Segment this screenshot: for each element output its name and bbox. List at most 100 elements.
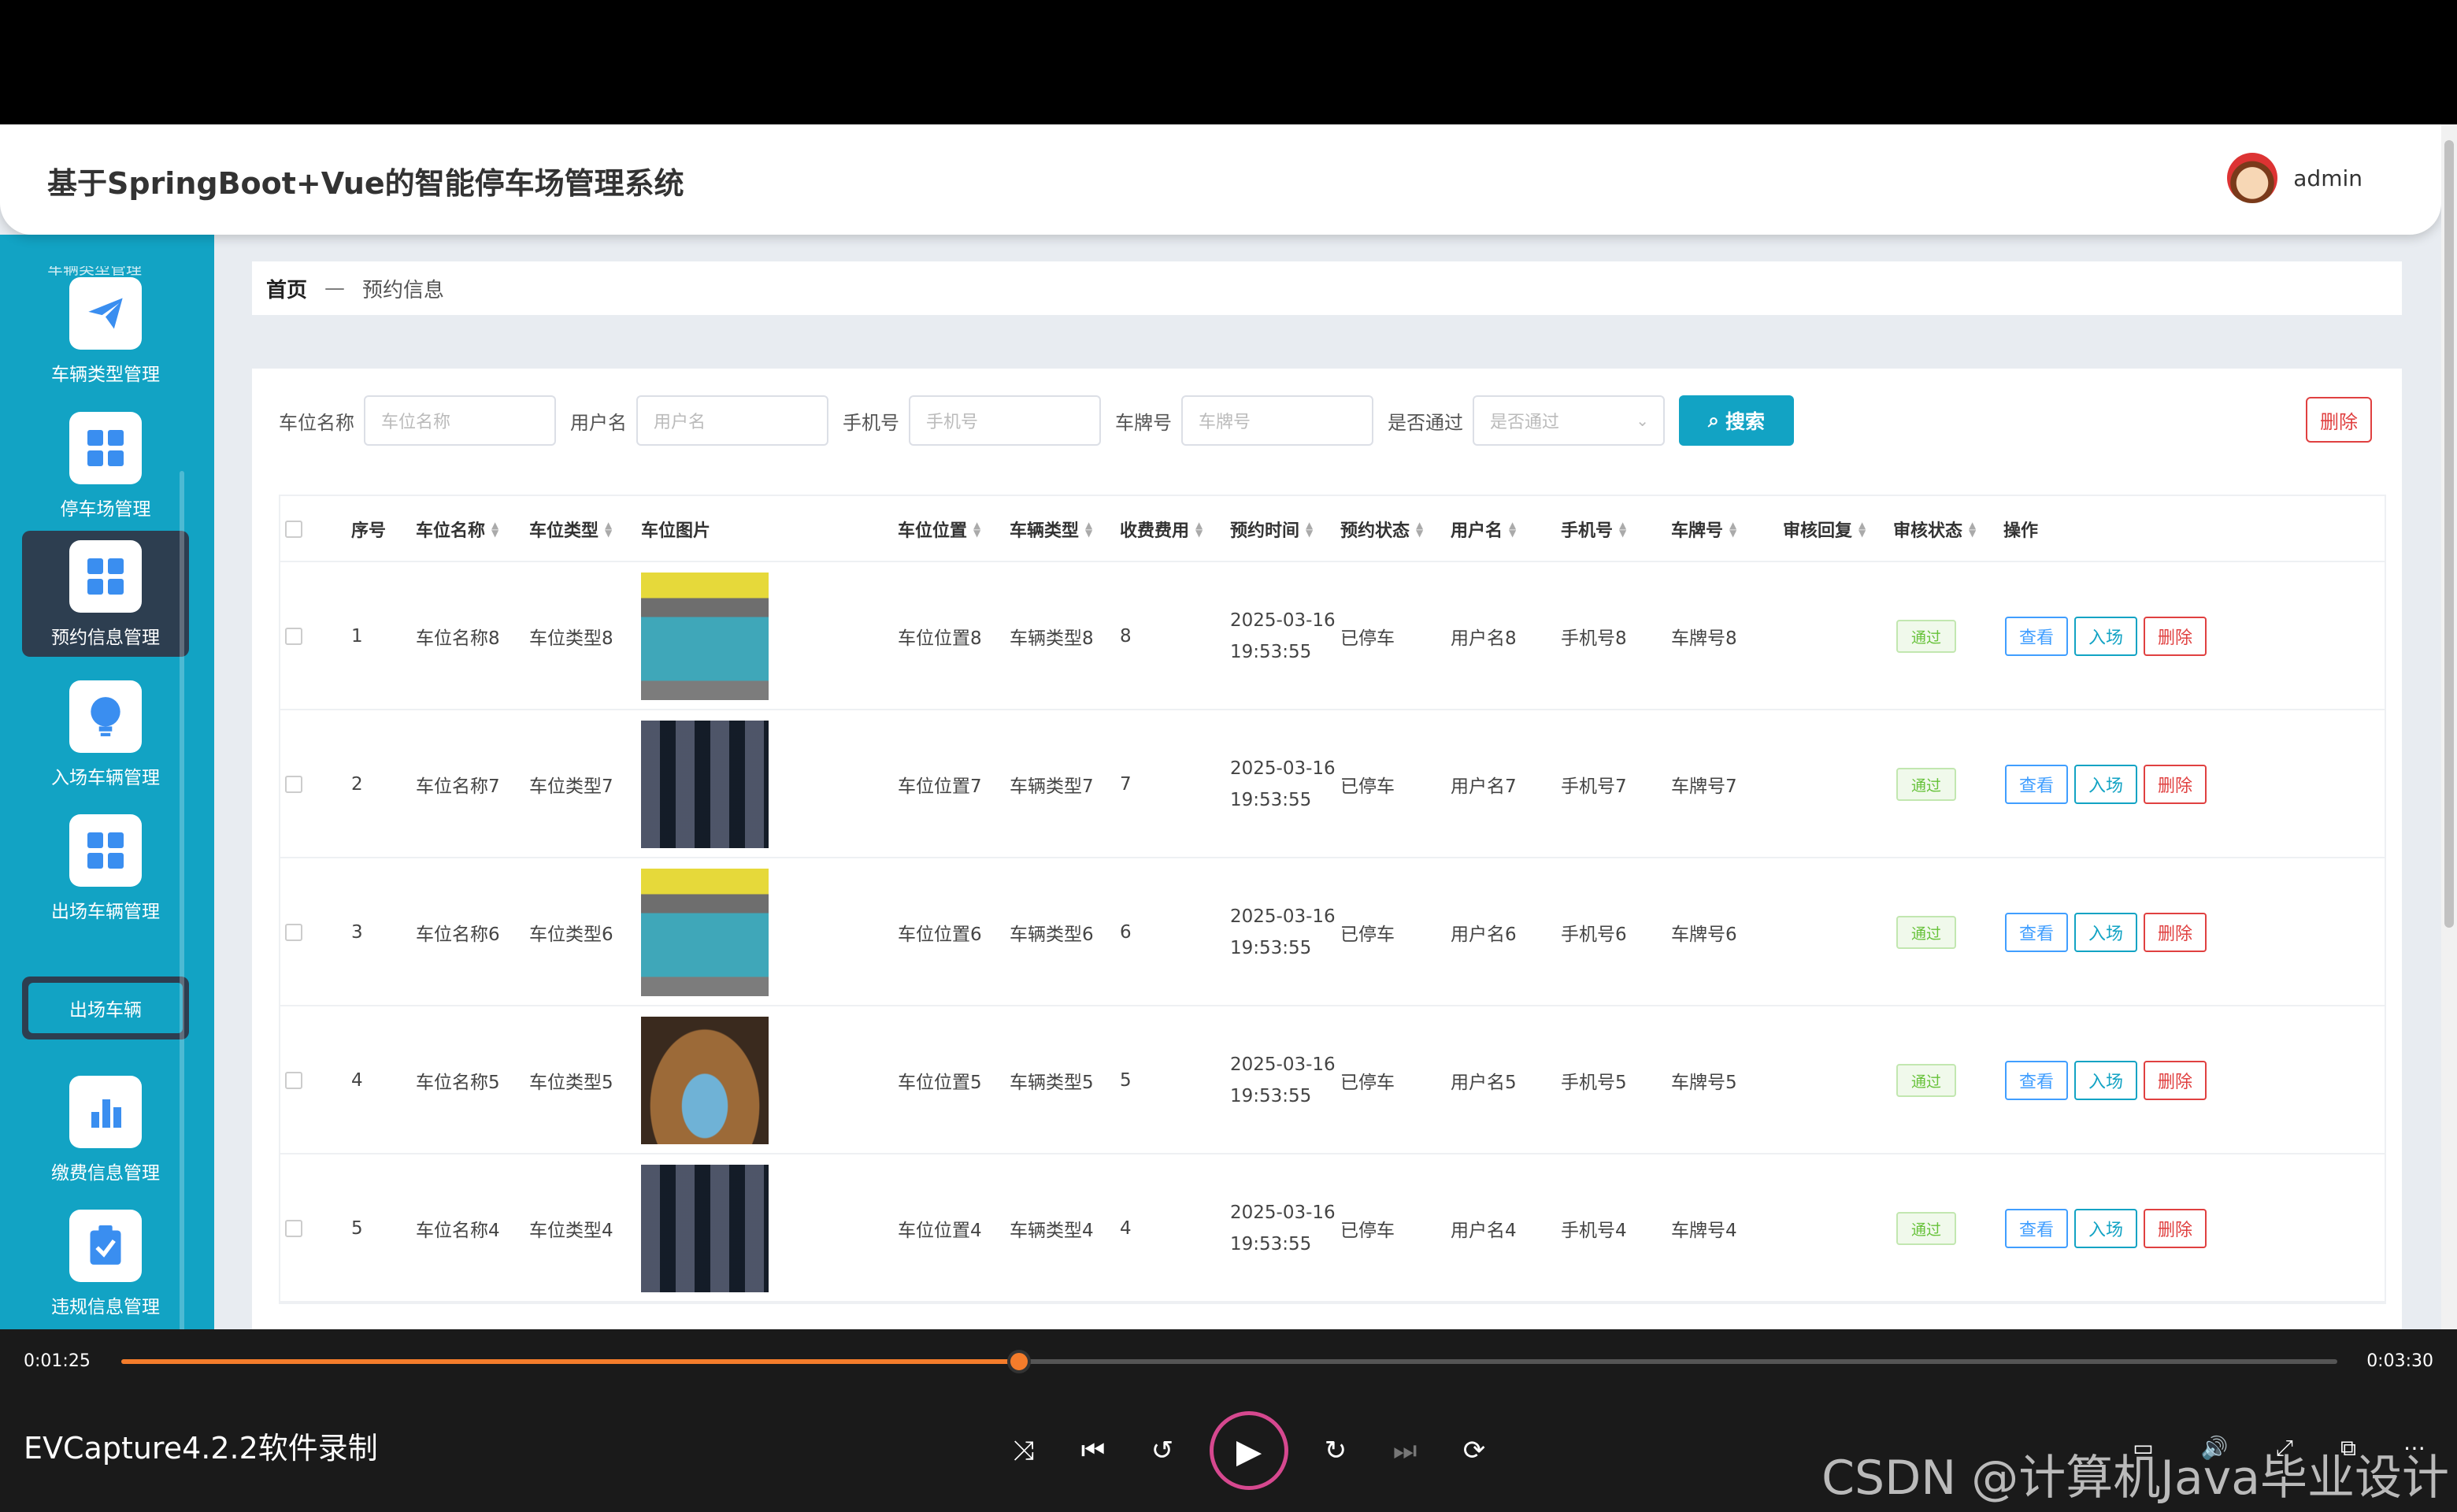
field-label: 用户名 <box>570 411 627 434</box>
parking-spot-image[interactable] <box>641 721 769 848</box>
delete-button[interactable]: 删除 <box>2144 913 2207 952</box>
repeat-icon[interactable]: ⟳ <box>1440 1435 1509 1466</box>
next-icon[interactable]: ⏭ <box>1370 1435 1440 1466</box>
row-checkbox[interactable] <box>285 1154 302 1303</box>
progress-knob[interactable] <box>1006 1350 1031 1373</box>
cell-spot-type: 车位类型7 <box>529 776 613 797</box>
cell-reserve-time: 2025-03-16 19:53:55 <box>1230 562 1336 710</box>
enter-button[interactable]: 入场 <box>2074 1061 2138 1100</box>
delete-button[interactable]: 删除 <box>2144 617 2207 656</box>
delete-button[interactable]: 删除 <box>2144 1061 2207 1100</box>
enter-button[interactable]: 入场 <box>2074 617 2138 656</box>
total-time: 0:03:30 <box>2366 1351 2433 1371</box>
user-menu[interactable]: admin <box>2227 153 2362 203</box>
column-header[interactable]: 预约时间 ▲ ▼ <box>1230 496 1313 562</box>
page-scrollbar-thumb[interactable] <box>2444 140 2454 928</box>
row-checkbox[interactable] <box>285 858 302 1006</box>
delete-button[interactable]: 删除 <box>2144 1209 2207 1248</box>
reserve-clock: 19:53:55 <box>1230 790 1312 810</box>
sidebar-item-parking-lot[interactable]: 停车场管理 <box>22 402 189 528</box>
parking-spot-image[interactable] <box>641 1165 769 1292</box>
cell-spot-name: 车位名称4 <box>416 1221 500 1241</box>
column-header: 车位图片 <box>641 521 711 541</box>
column-header[interactable]: 手机号 ▲ ▼ <box>1561 496 1626 562</box>
sidebar-subitem-exit[interactable]: 出场车辆 <box>22 976 189 1040</box>
search-icon: ⌕ <box>1707 409 1719 432</box>
view-button[interactable]: 查看 <box>2005 1209 2069 1248</box>
sidebar-item-reservation[interactable]: 预约信息管理 <box>22 531 189 657</box>
page-scrollbar[interactable] <box>2441 124 2457 1329</box>
select-all-checkbox[interactable] <box>285 496 302 562</box>
cell-user: 用户名5 <box>1451 1073 1517 1093</box>
sidebar-item-violation[interactable]: 违规信息管理 <box>22 1200 189 1326</box>
table-row: 2 车位名称7 车位类型7 车位位置7 车辆类型7 7 2025-03-16 19:53:55… <box>280 710 2385 858</box>
sidebar-subitem-label[interactable]: 出场车辆 <box>28 983 183 1033</box>
enter-button[interactable]: 入场 <box>2074 913 2138 952</box>
row-checkbox[interactable] <box>285 710 302 858</box>
column-header[interactable]: 车辆类型 ▲ ▼ <box>1010 496 1092 562</box>
column-header[interactable]: 审核回复 ▲ ▼ <box>1783 496 1866 562</box>
column-header[interactable]: 车牌号 ▲ ▼ <box>1671 496 1736 562</box>
sidebar-item-payment[interactable]: 缴费信息管理 <box>22 1066 189 1192</box>
enter-button[interactable]: 入场 <box>2074 765 2138 804</box>
batch-delete-button[interactable]: 删除 <box>2306 397 2372 443</box>
search-button[interactable]: ⌕ 搜索 <box>1679 395 1794 446</box>
view-button[interactable]: 查看 <box>2005 913 2069 952</box>
phone-input[interactable]: 手机号 <box>909 395 1101 446</box>
sidebar-item-label: 停车场管理 <box>60 499 151 520</box>
sidebar-scrollbar[interactable] <box>180 471 184 1329</box>
parking-spot-image[interactable] <box>641 1017 769 1144</box>
progress-bar[interactable] <box>121 1350 2337 1373</box>
cell-audit: 通过 <box>1896 562 1956 710</box>
header-bar: 基于SpringBoot+Vue的智能停车场管理系统 admin <box>0 124 2441 235</box>
status-badge: 通过 <box>1896 768 1956 801</box>
play-button[interactable]: ▶ <box>1210 1411 1288 1490</box>
column-header[interactable]: 审核状态 ▲ ▼ <box>1893 496 1976 562</box>
plate-input[interactable]: 车牌号 <box>1181 395 1373 446</box>
grid-icon <box>69 814 142 887</box>
sidebar-item-exit-vehicle[interactable]: 出场车辆管理 <box>22 805 189 931</box>
column-header[interactable]: 收费费用 ▲ ▼ <box>1120 496 1203 562</box>
cell-phone: 手机号4 <box>1561 1221 1627 1241</box>
cell-spot-name: 车位名称6 <box>416 925 500 945</box>
cell-plate: 车牌号6 <box>1671 925 1737 945</box>
cell-vehicle-type: 车辆类型4 <box>1010 1221 1094 1241</box>
shuffle-icon[interactable]: ⤨ <box>989 1435 1058 1466</box>
bar-chart-icon <box>69 1076 142 1148</box>
enter-button[interactable]: 入场 <box>2074 1209 2138 1248</box>
column-header[interactable]: 预约状态 ▲ ▼ <box>1340 496 1423 562</box>
column-header[interactable]: 车位位置 ▲ ▼ <box>898 496 980 562</box>
username[interactable]: admin <box>2293 165 2362 191</box>
row-checkbox[interactable] <box>285 1006 302 1154</box>
cell-plate: 车牌号5 <box>1671 1073 1737 1093</box>
reserve-clock: 19:53:55 <box>1230 642 1312 662</box>
column-header[interactable]: 车位名称 ▲ ▼ <box>416 496 498 562</box>
approved-select[interactable]: 是否通过 ⌄ <box>1473 395 1665 446</box>
previous-icon[interactable]: ⏮ <box>1058 1435 1128 1466</box>
rewind-10-icon[interactable]: ↺ <box>1128 1435 1197 1466</box>
parking-spot-image[interactable] <box>641 869 769 996</box>
breadcrumb: 首页 — 预约信息 <box>252 261 2402 315</box>
view-button[interactable]: 查看 <box>2005 1061 2069 1100</box>
view-button[interactable]: 查看 <box>2005 765 2069 804</box>
avatar[interactable] <box>2227 153 2278 203</box>
view-button[interactable]: 查看 <box>2005 617 2069 656</box>
cell-actions: 查看 入场 删除 <box>2005 858 2213 1006</box>
cell-status: 已停车 <box>1340 1073 1395 1093</box>
parking-spot-image[interactable] <box>641 573 769 700</box>
breadcrumb-home[interactable]: 首页 <box>266 274 307 303</box>
cell-reserve-time: 2025-03-16 19:53:55 <box>1230 710 1336 858</box>
forward-30-icon[interactable]: ↻ <box>1301 1435 1370 1466</box>
spot-name-input[interactable]: 车位名称 <box>364 395 556 446</box>
row-checkbox[interactable] <box>285 562 302 710</box>
sidebar-item-entry-vehicle[interactable]: 入场车辆管理 <box>22 671 189 797</box>
cell-no: 5 <box>351 1218 363 1239</box>
table-row: 5 车位名称4 车位类型4 车位位置4 车辆类型4 4 2025-03-16 19:53:55… <box>280 1154 2385 1303</box>
cell-location: 车位位置4 <box>898 1221 982 1241</box>
username-input[interactable]: 用户名 <box>636 395 828 446</box>
delete-button[interactable]: 删除 <box>2144 765 2207 804</box>
column-header[interactable]: 用户名 ▲ ▼ <box>1451 496 1516 562</box>
sidebar-item-vehicle-type[interactable]: 车辆类型管理 <box>22 268 189 394</box>
column-header[interactable]: 车位类型 ▲ ▼ <box>529 496 612 562</box>
cell-reserve-time: 2025-03-16 19:53:55 <box>1230 1006 1336 1154</box>
